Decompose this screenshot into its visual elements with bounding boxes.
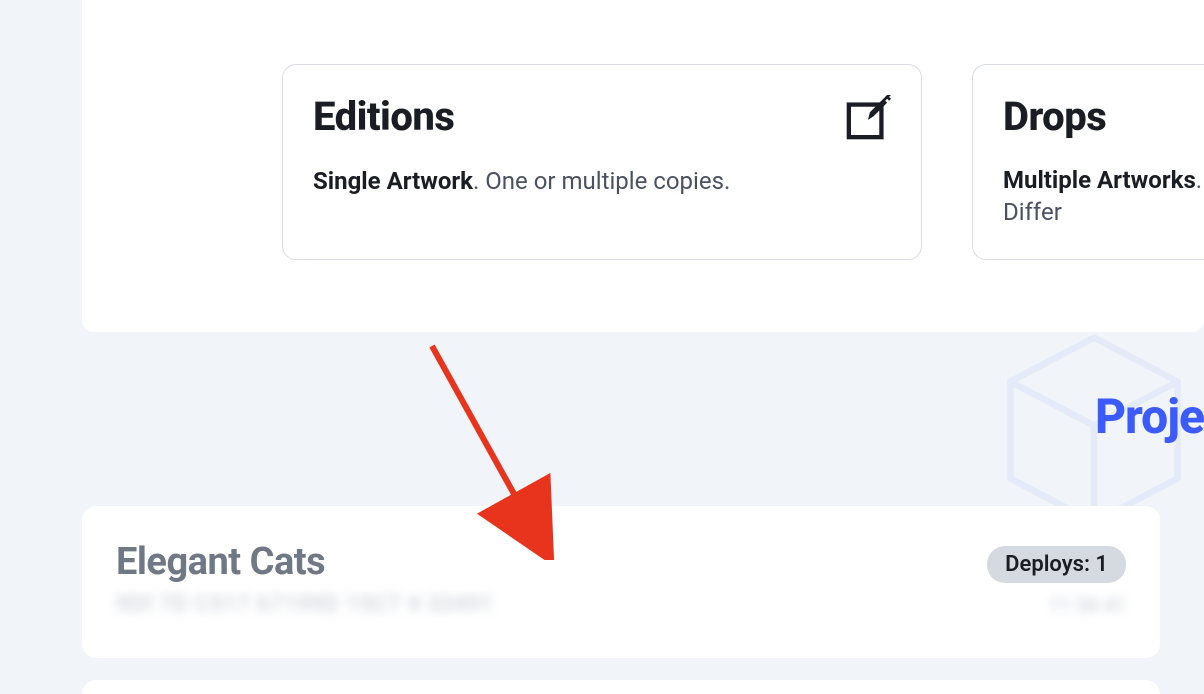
editions-card-header: Editions	[313, 93, 891, 141]
drops-card[interactable]: Drops Multiple Artworks. Differ	[972, 64, 1204, 260]
options-panel: Editions Single Artwork. One or multiple…	[82, 0, 1204, 332]
option-cards-row: Editions Single Artwork. One or multiple…	[282, 64, 1204, 260]
editions-card[interactable]: Editions Single Artwork. One or multiple…	[282, 64, 922, 260]
deploys-count-badge: Deploys: 1	[987, 546, 1126, 583]
project-title: Elegant Cats	[116, 540, 646, 584]
editions-desc-rest: . One or multiple copies.	[473, 167, 730, 195]
project-card-elegant-cats[interactable]: Elegant Cats 9Df 7D C517 67199D 15C7 4 3…	[82, 506, 1160, 658]
editions-title: Editions	[313, 93, 454, 140]
project-id-blurred: 9Df 7D C517 67199D 15C7 4 33491	[116, 592, 646, 612]
drops-title: Drops	[1003, 93, 1106, 140]
drops-card-header: Drops	[1003, 93, 1204, 140]
edit-icon	[845, 95, 891, 141]
editions-description: Single Artwork. One or multiple copies.	[313, 165, 891, 197]
project-info-right: Deploys: 1 11 54 41	[916, 546, 1126, 615]
drops-desc-bold: Multiple Artworks	[1003, 166, 1196, 194]
project-timestamp-blurred: 11 54 41	[916, 593, 1126, 615]
projects-section-heading: Proje	[1095, 388, 1204, 445]
project-card-next-partial[interactable]	[82, 680, 1160, 694]
project-info-left: Elegant Cats 9Df 7D C517 67199D 15C7 4 3…	[116, 540, 646, 612]
editions-desc-bold: Single Artwork	[313, 167, 473, 195]
drops-description: Multiple Artworks. Differ	[1003, 164, 1204, 229]
